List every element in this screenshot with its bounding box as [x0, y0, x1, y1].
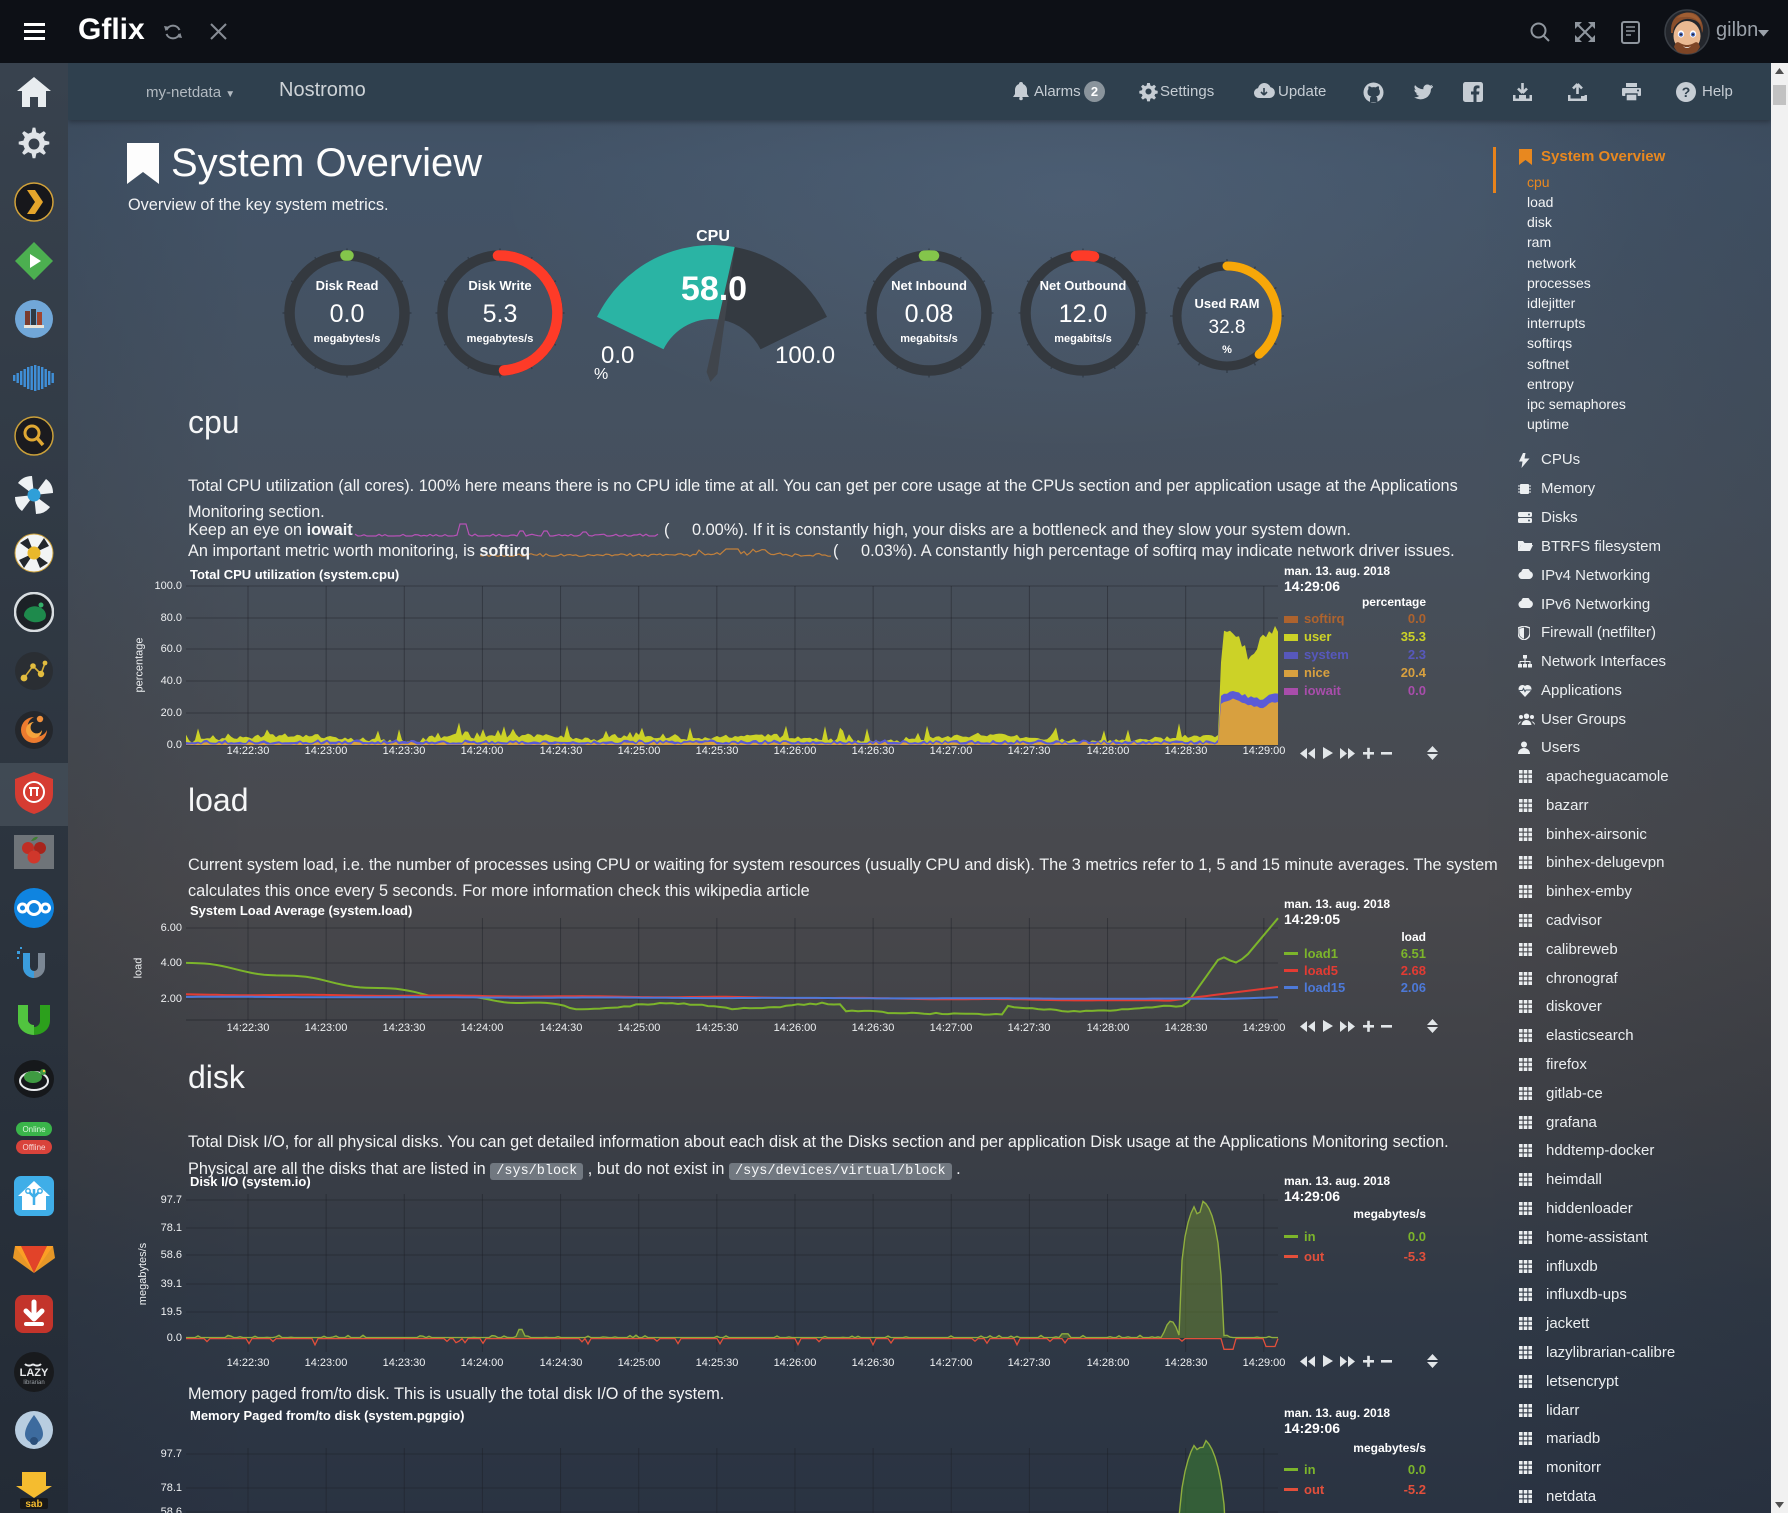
svg-text:?: ? [1682, 84, 1691, 100]
svg-text:LAZY: LAZY [20, 1367, 49, 1379]
svg-text:librarian: librarian [23, 1380, 44, 1386]
svg-text:Online: Online [22, 1125, 46, 1134]
svg-text:sab: sab [25, 1499, 42, 1510]
svg-text:Offline: Offline [23, 1143, 47, 1152]
